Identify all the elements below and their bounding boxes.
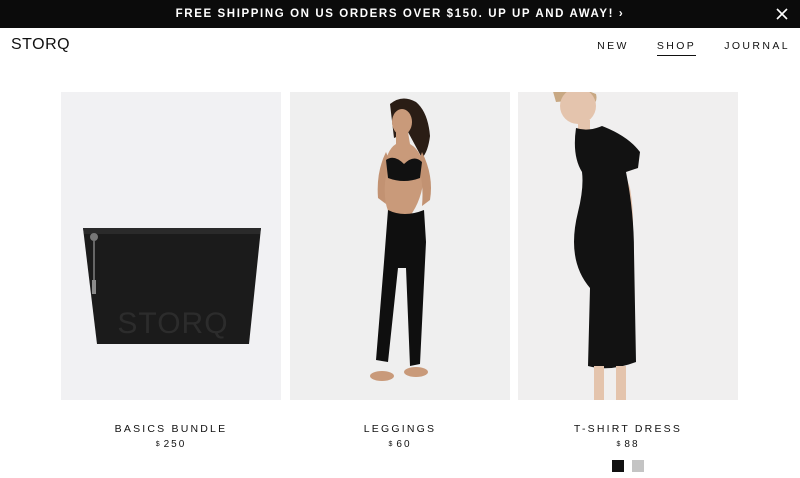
product-image[interactable] (518, 92, 738, 400)
leggings-model-image (370, 98, 431, 381)
pouch-bag-image: STORQ (83, 228, 261, 344)
bag-logo-text: STORQ (117, 307, 228, 340)
color-swatches (518, 460, 738, 472)
product-card[interactable]: T-SHIRT DRESS $88 (518, 92, 738, 472)
site-logo[interactable]: STORQ (11, 36, 70, 54)
product-name[interactable]: T-SHIRT DRESS (518, 423, 738, 435)
currency-symbol: $ (388, 441, 395, 448)
nav-item-shop[interactable]: SHOP (656, 40, 697, 56)
swatch-black[interactable] (612, 460, 624, 472)
currency-symbol: $ (155, 441, 162, 448)
product-price: $250 (61, 439, 281, 450)
product-image[interactable] (290, 92, 510, 400)
nav-item-journal[interactable]: JOURNAL (724, 40, 790, 56)
promo-text[interactable]: FREE SHIPPING ON US ORDERS OVER $150. UP… (176, 8, 625, 20)
main-nav: NEW SHOP JOURNAL (569, 40, 790, 56)
site-header: STORQ NEW SHOP JOURNAL (0, 28, 800, 64)
close-icon[interactable] (774, 6, 790, 22)
price-value: 60 (396, 439, 412, 450)
promo-banner[interactable]: FREE SHIPPING ON US ORDERS OVER $150. UP… (0, 0, 800, 28)
dress-model-image (553, 92, 640, 400)
product-image[interactable]: STORQ (61, 92, 281, 400)
nav-item-new[interactable]: NEW (597, 40, 629, 56)
product-card[interactable]: STORQ BASICS BUNDLE $250 (61, 92, 281, 450)
price-value: 250 (163, 439, 187, 450)
swatch-grey[interactable] (632, 460, 644, 472)
product-card[interactable]: LEGGINGS $60 (290, 92, 510, 450)
product-name[interactable]: LEGGINGS (290, 423, 510, 435)
product-name[interactable]: BASICS BUNDLE (61, 423, 281, 435)
product-price: $60 (290, 439, 510, 450)
price-value: 88 (624, 439, 640, 450)
product-price: $88 (518, 439, 738, 450)
currency-symbol: $ (616, 441, 623, 448)
